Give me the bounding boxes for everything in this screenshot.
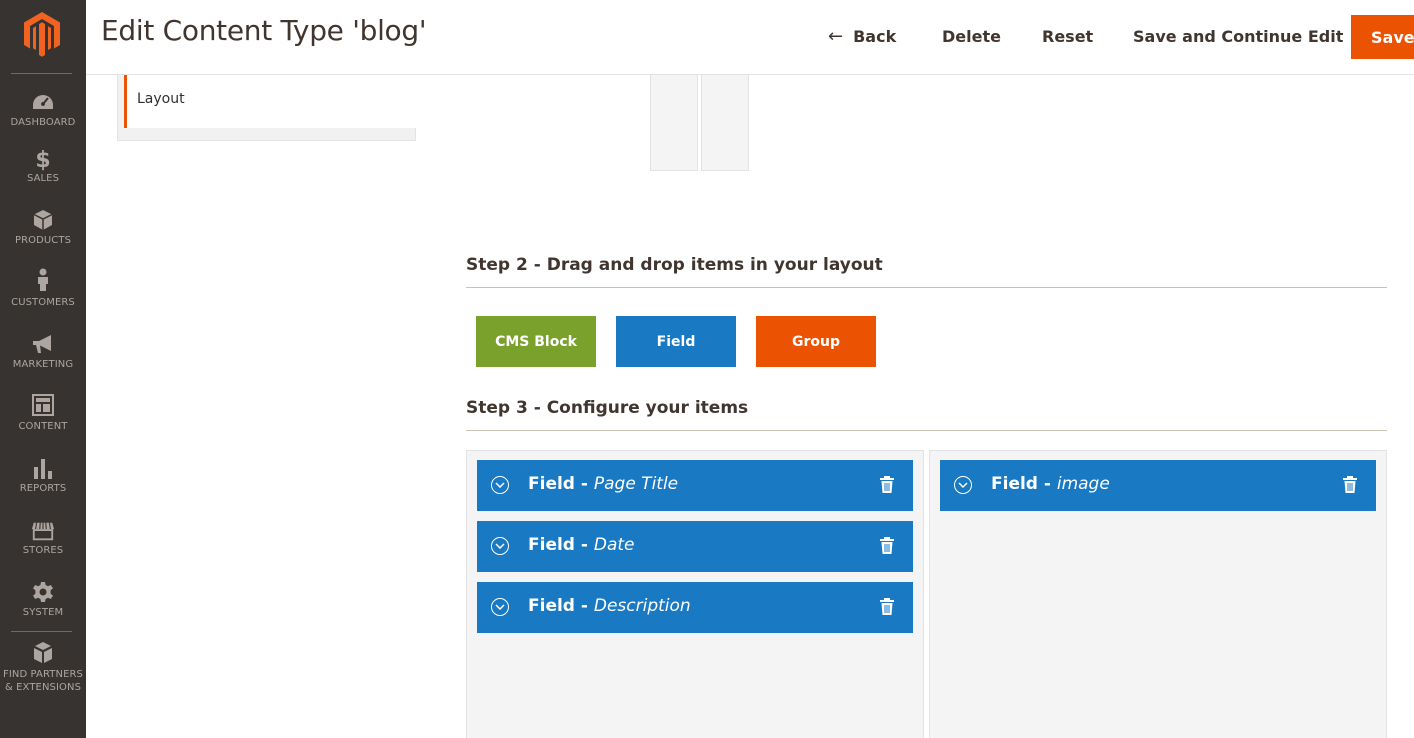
cube-icon bbox=[31, 208, 55, 232]
field-item-name: Date bbox=[593, 535, 635, 555]
sidebar-item-label: SYSTEM bbox=[22, 607, 64, 618]
field-item-label: Field - Page Title bbox=[528, 474, 678, 494]
admin-sidebar: DASHBOARD $ SALES PRODUCTS CUSTOMERS MAR… bbox=[0, 0, 86, 738]
step2-title: Step 2 - Drag and drop items in your lay… bbox=[466, 255, 883, 275]
sidebar-item-reports[interactable]: REPORTS bbox=[0, 456, 86, 516]
layout-preview-column[interactable] bbox=[701, 75, 749, 171]
step3-title: Step 3 - Configure your items bbox=[466, 398, 749, 418]
trash-icon[interactable] bbox=[1342, 475, 1358, 495]
tab-layout[interactable]: Layout bbox=[124, 75, 416, 128]
person-icon bbox=[31, 268, 55, 292]
trash-icon[interactable] bbox=[879, 475, 895, 495]
sidebar-item-dashboard[interactable]: DASHBOARD bbox=[0, 90, 86, 150]
megaphone-icon bbox=[31, 332, 55, 356]
sidebar-item-customers[interactable]: CUSTOMERS bbox=[0, 268, 86, 328]
delete-button[interactable]: Delete bbox=[942, 15, 1001, 58]
sidebar-item-content[interactable]: CONTENT bbox=[0, 393, 86, 453]
sidebar-item-label: SALES bbox=[26, 173, 60, 184]
trash-icon[interactable] bbox=[879, 597, 895, 617]
back-button[interactable]: ← Back bbox=[828, 15, 896, 58]
dollar-icon: $ bbox=[35, 147, 51, 173]
back-button-label: Back bbox=[853, 27, 897, 46]
sidebar-item-marketing[interactable]: MARKETING bbox=[0, 332, 86, 392]
field-draggable[interactable]: Field bbox=[616, 316, 736, 367]
sidebar-item-label: CONTENT bbox=[18, 421, 68, 432]
layout-preview-column[interactable] bbox=[650, 75, 698, 171]
tab-layout-label: Layout bbox=[137, 91, 185, 107]
sidebar-item-products[interactable]: PRODUCTS bbox=[0, 208, 86, 268]
sidebar-item-sales[interactable]: $ SALES bbox=[0, 148, 86, 208]
dashboard-icon bbox=[31, 90, 55, 114]
sidebar-item-label: STORES bbox=[22, 545, 64, 556]
field-item-prefix: Field - bbox=[991, 474, 1057, 494]
field-item-page-title[interactable]: Field - Page Title bbox=[477, 460, 913, 511]
page-header: Edit Content Type 'blog' ← Back Delete R… bbox=[86, 0, 1414, 75]
cms-block-draggable[interactable]: CMS Block bbox=[476, 316, 596, 367]
field-item-prefix: Field - bbox=[528, 474, 594, 494]
save-and-continue-button[interactable]: Save and Continue Edit bbox=[1133, 15, 1343, 58]
storefront-icon bbox=[31, 519, 55, 543]
chevron-down-icon[interactable] bbox=[491, 537, 509, 555]
bar-chart-icon bbox=[31, 456, 55, 480]
layout-icon bbox=[31, 393, 55, 417]
field-item-date[interactable]: Field - Date bbox=[477, 521, 913, 572]
sidebar-item-stores[interactable]: STORES bbox=[0, 519, 86, 579]
field-item-name: Page Title bbox=[593, 474, 679, 494]
sidebar-item-label: REPORTS bbox=[19, 483, 67, 494]
magento-logo[interactable] bbox=[22, 10, 62, 58]
trash-icon[interactable] bbox=[879, 536, 895, 556]
field-item-prefix: Field - bbox=[528, 535, 594, 555]
sidebar-item-label: FIND PARTNERS bbox=[2, 669, 84, 680]
page-title: Edit Content Type 'blog' bbox=[101, 14, 427, 47]
save-button[interactable]: Save bbox=[1351, 15, 1414, 59]
sidebar-item-label: PRODUCTS bbox=[14, 235, 72, 246]
field-item-name: Description bbox=[593, 596, 691, 616]
sidebar-item-label: DASHBOARD bbox=[10, 117, 76, 128]
step3-divider bbox=[466, 430, 1387, 431]
group-draggable[interactable]: Group bbox=[756, 316, 876, 367]
field-item-prefix: Field - bbox=[528, 596, 594, 616]
gear-icon bbox=[31, 580, 55, 604]
chevron-down-icon[interactable] bbox=[491, 598, 509, 616]
field-item-name: image bbox=[1056, 474, 1110, 494]
field-item-label: Field - image bbox=[991, 474, 1110, 494]
sidebar-item-label: MARKETING bbox=[12, 359, 74, 370]
field-item-description[interactable]: Field - Description bbox=[477, 582, 913, 633]
field-item-label: Field - Description bbox=[528, 596, 691, 616]
reset-button[interactable]: Reset bbox=[1042, 15, 1093, 58]
chevron-down-icon[interactable] bbox=[491, 476, 509, 494]
chevron-down-icon[interactable] bbox=[954, 476, 972, 494]
sidebar-divider bbox=[11, 73, 72, 74]
sidebar-divider bbox=[11, 631, 72, 632]
sidebar-item-label: CUSTOMERS bbox=[11, 297, 75, 308]
field-item-label: Field - Date bbox=[528, 535, 635, 555]
boxes-icon bbox=[31, 641, 55, 665]
field-item-image[interactable]: Field - image bbox=[940, 460, 1376, 511]
sidebar-item-label: & EXTENSIONS bbox=[4, 682, 82, 693]
sidebar-item-find-partners[interactable]: FIND PARTNERS & EXTENSIONS bbox=[0, 641, 86, 701]
app-root: DASHBOARD $ SALES PRODUCTS CUSTOMERS MAR… bbox=[0, 0, 1414, 738]
step2-divider bbox=[466, 287, 1387, 288]
arrow-left-icon: ← bbox=[828, 26, 844, 47]
